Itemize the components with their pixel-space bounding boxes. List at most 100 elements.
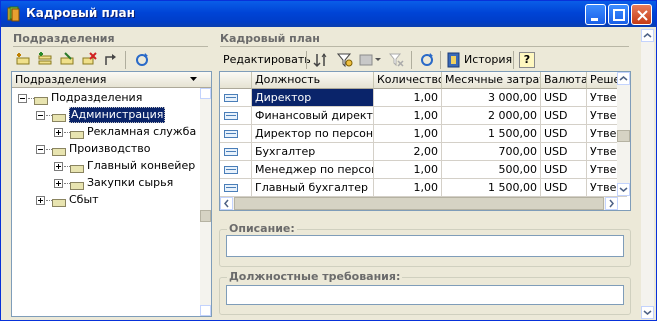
cell-icon[interactable] [220,179,252,197]
tree-scroll-down[interactable] [200,305,211,316]
refresh-icon[interactable] [134,52,150,68]
expand-icon[interactable] [54,179,63,188]
cell-count[interactable]: 2,00 [374,143,442,161]
tree-node[interactable]: Главный конвейер [12,158,200,175]
staff-plan-table[interactable]: Должность Количество Месячные затраты Ва… [219,71,631,211]
add-group-icon[interactable] [37,52,53,68]
table-scroll-thumb[interactable] [617,130,630,142]
add-item-icon[interactable] [15,52,31,68]
collapse-icon[interactable] [36,111,45,120]
cell-currency[interactable]: USD [541,89,587,107]
cell-position[interactable]: Директор [252,89,374,107]
cell-currency[interactable]: USD [541,143,587,161]
cell-currency[interactable]: USD [541,107,587,125]
table-vertical-scrollbar[interactable] [617,72,630,196]
table-scroll-left[interactable] [220,197,233,210]
form-vertical-scrollbar[interactable] [641,29,654,319]
dropdown-arrow-icon[interactable] [375,58,381,62]
cell-cost[interactable]: 3 000,00 [442,89,541,107]
filter-list-icon[interactable] [359,52,375,68]
column-header-cost[interactable]: Месячные затраты [442,72,541,89]
cell-position[interactable]: Бухгалтер [252,143,374,161]
table-row[interactable]: Директор 1,00 3 000,00 USD Утве [220,89,627,107]
form-scroll-up[interactable] [641,29,654,42]
cell-cost[interactable]: 1 500,00 [442,125,541,143]
table-scroll-up[interactable] [617,72,630,85]
edit-item-icon[interactable] [59,52,75,68]
table-scroll-right[interactable] [605,197,618,210]
cell-icon[interactable] [220,161,252,179]
cell-cost[interactable]: 500,00 [442,161,541,179]
cell-currency[interactable]: USD [541,125,587,143]
column-header-position[interactable]: Должность [252,72,374,89]
cell-icon[interactable] [220,143,252,161]
description-field[interactable] [226,235,624,257]
minimize-button[interactable] [585,4,606,25]
delete-item-icon[interactable] [81,52,97,68]
position-row-icon [224,148,238,156]
clear-filter-icon[interactable] [389,52,405,68]
hierarchy-up-icon[interactable] [103,52,119,68]
position-row-icon [224,112,238,120]
cell-count[interactable]: 1,00 [374,179,442,197]
form-scroll-down[interactable] [641,306,654,319]
cell-position[interactable]: Менеджер по персон... [252,161,374,179]
cell-icon[interactable] [220,125,252,143]
tree-scroll-thumb[interactable] [200,210,211,222]
cell-position[interactable]: Главный бухгалтер [252,179,374,197]
column-header-icon[interactable] [220,72,252,89]
tree-node[interactable]: Администрация [12,107,200,124]
table-row[interactable]: Директор по персон... 1,00 1 500,00 USD Утве [220,125,627,143]
table-scroll-down[interactable] [617,183,630,196]
expand-icon[interactable] [54,128,63,137]
history-button[interactable]: История [464,53,512,66]
cell-cost[interactable]: 1 500,00 [442,179,541,197]
table-row[interactable]: Бухгалтер 2,00 700,00 USD Утве [220,143,627,161]
tree-header[interactable]: Подразделения [12,72,211,88]
expand-icon[interactable] [36,196,45,205]
tree-scrollbar[interactable] [200,88,211,316]
folder-icon [52,145,68,156]
cell-count[interactable]: 1,00 [374,161,442,179]
close-button[interactable] [631,4,652,25]
cell-count[interactable]: 1,00 [374,125,442,143]
departments-tree[interactable]: Подразделения Подразделения Администрация… [11,71,212,317]
description-label: Описание: [227,222,297,235]
collapse-icon[interactable] [18,94,27,103]
collapse-icon[interactable] [36,145,45,154]
requirements-field[interactable] [226,285,624,305]
cell-cost[interactable]: 700,00 [442,143,541,161]
cell-position[interactable]: Финансовый директор [252,107,374,125]
cell-icon[interactable] [220,89,252,107]
column-header-count[interactable]: Количество [374,72,442,89]
cell-count[interactable]: 1,00 [374,89,442,107]
cell-currency[interactable]: USD [541,179,587,197]
cell-currency[interactable]: USD [541,161,587,179]
filter-icon[interactable] [337,52,353,68]
refresh-list-icon[interactable] [419,52,435,68]
tree-node[interactable]: Сбыт [12,192,200,209]
cell-cost[interactable]: 2 000,00 [442,107,541,125]
tree-node[interactable]: Подразделения [12,90,200,107]
title-bar[interactable]: Кадровый план [1,1,656,27]
cell-position[interactable]: Директор по персон... [252,125,374,143]
expand-icon[interactable] [54,162,63,171]
table-horizontal-scrollbar[interactable] [220,197,618,210]
maximize-button[interactable] [608,4,629,25]
tree-node[interactable]: Закупки сырья [12,175,200,192]
table-row[interactable]: Главный бухгалтер 1,00 1 500,00 USD Утве [220,179,627,197]
folder-icon [70,179,86,190]
tree-node[interactable]: Рекламная служба [12,124,200,141]
tree-scroll-up[interactable] [200,88,211,99]
tree-node[interactable]: Производство [12,141,200,158]
cell-icon[interactable] [220,107,252,125]
cell-count[interactable]: 1,00 [374,107,442,125]
help-button[interactable]: ? [519,52,535,68]
table-hscroll-thumb[interactable] [234,197,604,210]
table-row[interactable]: Финансовый директор 1,00 2 000,00 USD Утве [220,107,627,125]
panel-splitter[interactable] [213,29,216,319]
column-header-currency[interactable]: Валюта [541,72,587,89]
table-row[interactable]: Менеджер по персон...1,00500,00USDУтве [220,161,627,179]
sort-icon[interactable] [313,52,329,68]
edit-button[interactable]: Редактировать [223,53,311,66]
